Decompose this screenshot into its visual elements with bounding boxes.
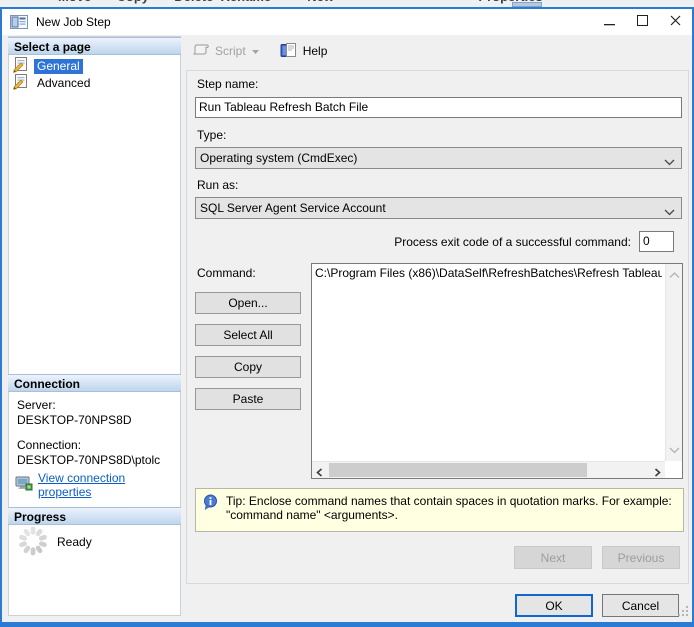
job-step-window-icon [10, 15, 28, 29]
general-page-panel: Step name: Run Tableau Refresh Batch Fil… [186, 70, 689, 584]
script-dropdown-icon [251, 44, 260, 58]
script-scroll-icon [192, 42, 210, 61]
run-as-selected-value: SQL Server Agent Service Account [200, 201, 386, 215]
scroll-up-icon[interactable] [669, 268, 680, 282]
dialog-body: Select a page General [2, 35, 692, 622]
minimize-button[interactable] [593, 9, 626, 35]
connection-monitor-icon [15, 476, 33, 494]
open-button[interactable]: Open... [195, 292, 301, 314]
next-button[interactable]: Next [514, 546, 592, 569]
background-toolbar-text: Move Copy Delete Rename New Properties [58, 0, 543, 4]
help-book-icon [280, 42, 297, 61]
connection-header: Connection [8, 374, 181, 392]
background-window-sliver: Move Copy Delete Rename New Properties [0, 0, 694, 7]
ok-button[interactable]: OK [515, 594, 593, 617]
script-button[interactable]: Script [186, 40, 266, 63]
connection-value: DESKTOP-70NPS8D\ptolc [17, 453, 160, 467]
progress-header: Progress [8, 507, 181, 525]
window-title: New Job Step [36, 15, 111, 29]
scroll-right-icon[interactable] [654, 466, 661, 480]
tip-line-1: Tip: Enclose command names that contain … [226, 494, 677, 508]
tip-line-2: "command name" <arguments>. [226, 508, 677, 522]
view-connection-properties-link[interactable]: View connection properties [38, 471, 180, 499]
minimize-icon [604, 15, 615, 29]
sidebar-item-label: General [34, 59, 83, 74]
select-all-button[interactable]: Select All [195, 324, 301, 346]
run-as-select[interactable]: SQL Server Agent Service Account [195, 197, 682, 219]
sidebar-item-label: Advanced [34, 76, 93, 91]
scrollbar-thumb[interactable] [329, 463, 587, 477]
view-connection-properties[interactable]: View connection properties [15, 471, 180, 499]
command-textarea[interactable]: C:\Program Files (x86)\DataSelf\RefreshB… [311, 263, 683, 479]
previous-button[interactable]: Previous [602, 546, 680, 569]
step-name-input[interactable]: Run Tableau Refresh Batch File [195, 97, 682, 118]
sidebar-item-general[interactable]: General [13, 58, 83, 75]
scroll-down-icon[interactable] [669, 443, 680, 457]
exit-code-input[interactable]: 0 [639, 231, 674, 252]
new-job-step-dialog: New Job Step Select a page [0, 7, 694, 627]
type-select[interactable]: Operating system (CmdExec) [195, 147, 682, 169]
maximize-button[interactable] [626, 9, 659, 35]
server-label: Server: [17, 398, 56, 412]
step-name-label: Step name: [197, 77, 258, 91]
info-icon [203, 494, 218, 513]
exit-code-label: Process exit code of a successful comman… [187, 235, 631, 249]
run-as-label: Run as: [197, 178, 238, 192]
command-label: Command: [197, 266, 256, 280]
sidebar: Select a page General [8, 36, 181, 616]
page-icon [13, 74, 29, 93]
paste-button[interactable]: Paste [195, 388, 301, 410]
copy-button[interactable]: Copy [195, 356, 301, 378]
type-label: Type: [197, 128, 226, 142]
progress-status: Ready [17, 525, 92, 560]
help-button[interactable]: Help [274, 40, 334, 63]
vertical-scrollbar[interactable] [665, 264, 682, 461]
progress-spinner-icon [17, 525, 49, 560]
resize-grip-icon[interactable] [676, 604, 689, 620]
server-value: DESKTOP-70NPS8D [17, 413, 132, 427]
close-button[interactable] [659, 9, 692, 35]
close-icon [670, 15, 681, 29]
dialog-toolbar: Script Help [186, 38, 333, 64]
cancel-button[interactable]: Cancel [602, 594, 679, 617]
help-label: Help [303, 44, 328, 58]
connection-label: Connection: [17, 438, 81, 452]
maximize-icon [637, 15, 648, 29]
progress-status-text: Ready [57, 535, 92, 560]
script-label: Script [215, 44, 246, 58]
window-controls [593, 9, 692, 35]
title-bar: New Job Step [2, 9, 692, 35]
chevron-down-icon [664, 205, 675, 219]
sidebar-item-advanced[interactable]: Advanced [13, 75, 93, 92]
scroll-left-icon[interactable] [316, 466, 323, 480]
horizontal-scrollbar[interactable] [312, 461, 665, 478]
type-selected-value: Operating system (CmdExec) [200, 151, 357, 165]
select-a-page-header: Select a page [8, 37, 181, 55]
tip-box: Tip: Enclose command names that contain … [195, 488, 684, 532]
command-text: C:\Program Files (x86)\DataSelf\RefreshB… [315, 266, 662, 458]
chevron-down-icon [664, 155, 675, 169]
